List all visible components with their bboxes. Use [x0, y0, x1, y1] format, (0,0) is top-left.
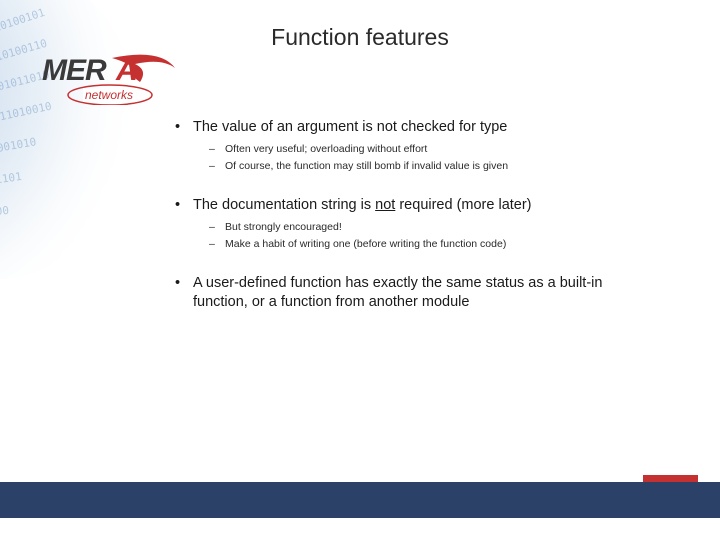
- mera-networks-logo: MER A networks: [40, 50, 180, 105]
- bullet-1: The value of an argument is not checked …: [175, 118, 655, 138]
- svg-text:010110100: 010110100: [0, 204, 10, 223]
- bullet-2-sub-2: Make a habit of writing one (before writ…: [175, 237, 655, 252]
- bullet-2: The documentation string is not required…: [175, 196, 655, 216]
- slide-title: Function features: [0, 24, 720, 51]
- bullet-1-sub-2: Of course, the function may still bomb i…: [175, 159, 655, 174]
- slide-content: The value of an argument is not checked …: [175, 118, 655, 335]
- footer-bar: [0, 482, 720, 518]
- svg-text:0101101001010: 0101101001010: [0, 135, 37, 163]
- svg-text:MER: MER: [42, 54, 107, 87]
- bullet-3: A user-defined function has exactly the …: [175, 274, 655, 313]
- svg-text:10100101101: 10100101101: [0, 170, 23, 193]
- bullet-1-sub-1: Often very useful; overloading without e…: [175, 142, 655, 157]
- bullet-2-sub-1: But strongly encouraged!: [175, 220, 655, 235]
- svg-text:networks: networks: [85, 88, 133, 102]
- footer-red-accent: [643, 475, 698, 482]
